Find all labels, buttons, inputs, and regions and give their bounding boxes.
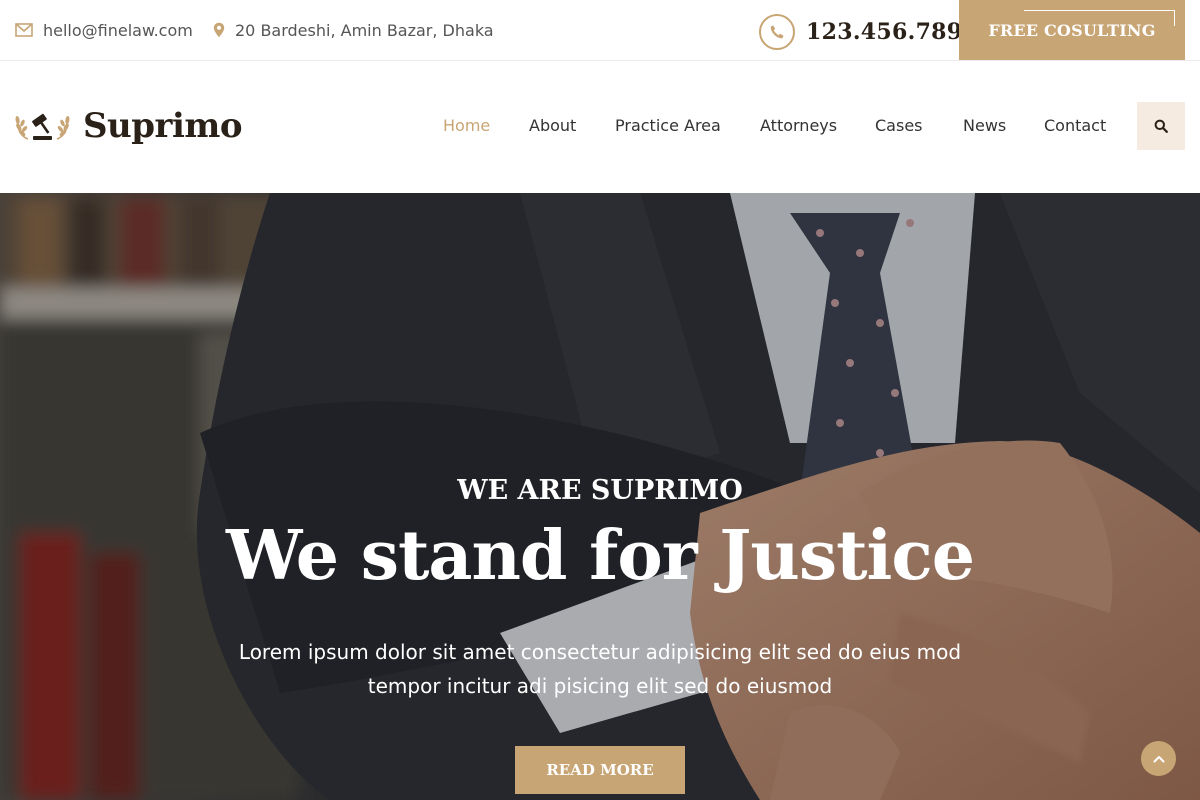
topbar-email-text: hello@finelaw.com (43, 20, 193, 40)
main-nav: Home About Practice Area Attorneys Cases… (0, 116, 1200, 138)
topbar-phone[interactable]: 123.456.7890 (759, 14, 978, 50)
free-consulting-button[interactable]: FREE COSULTING (959, 0, 1185, 60)
nav-item-attorneys[interactable]: Attorneys (760, 116, 837, 135)
hero-title: We stand for Justice (225, 516, 975, 596)
free-consulting-label: FREE COSULTING (988, 20, 1156, 40)
topbar-address-text: 20 Bardeshi, Amin Bazar, Dhaka (235, 20, 494, 40)
topbar-address: 20 Bardeshi, Amin Bazar, Dhaka (213, 19, 494, 41)
chevron-up-icon (1153, 755, 1164, 762)
hero-subtitle: WE ARE SUPRIMO (457, 475, 743, 506)
search-button[interactable] (1137, 102, 1185, 150)
topbar-email[interactable]: hello@finelaw.com (15, 19, 193, 41)
scroll-to-top-button[interactable] (1141, 741, 1176, 776)
button-corner-decoration (1024, 10, 1175, 11)
hero-section: WE ARE SUPRIMO We stand for Justice Lore… (0, 193, 1200, 800)
hero-description-line: Lorem ipsum dolor sit amet consectetur a… (238, 640, 962, 664)
envelope-icon (15, 23, 33, 37)
phone-icon (759, 14, 795, 50)
nav-item-about[interactable]: About (529, 116, 576, 135)
map-marker-icon (213, 22, 225, 38)
search-icon (1154, 119, 1168, 133)
read-more-button[interactable]: READ MORE (515, 746, 685, 794)
nav-item-news[interactable]: News (963, 116, 1006, 135)
button-corner-decoration (1174, 10, 1175, 26)
main-header: Suprimo Home About Practice Area Attorne… (0, 61, 1200, 193)
phone-number: 123.456.7890 (806, 19, 978, 45)
nav-item-contact[interactable]: Contact (1044, 116, 1106, 135)
hero-description-line: tempor incitur adi pisicing elit sed do … (367, 674, 833, 698)
nav-item-cases[interactable]: Cases (875, 116, 923, 135)
top-bar: hello@finelaw.com 20 Bardeshi, Amin Baza… (0, 0, 1200, 61)
nav-item-practice-area[interactable]: Practice Area (615, 116, 721, 135)
nav-item-home[interactable]: Home (443, 116, 490, 135)
hero-description: Lorem ipsum dolor sit amet consectetur a… (200, 635, 1000, 703)
